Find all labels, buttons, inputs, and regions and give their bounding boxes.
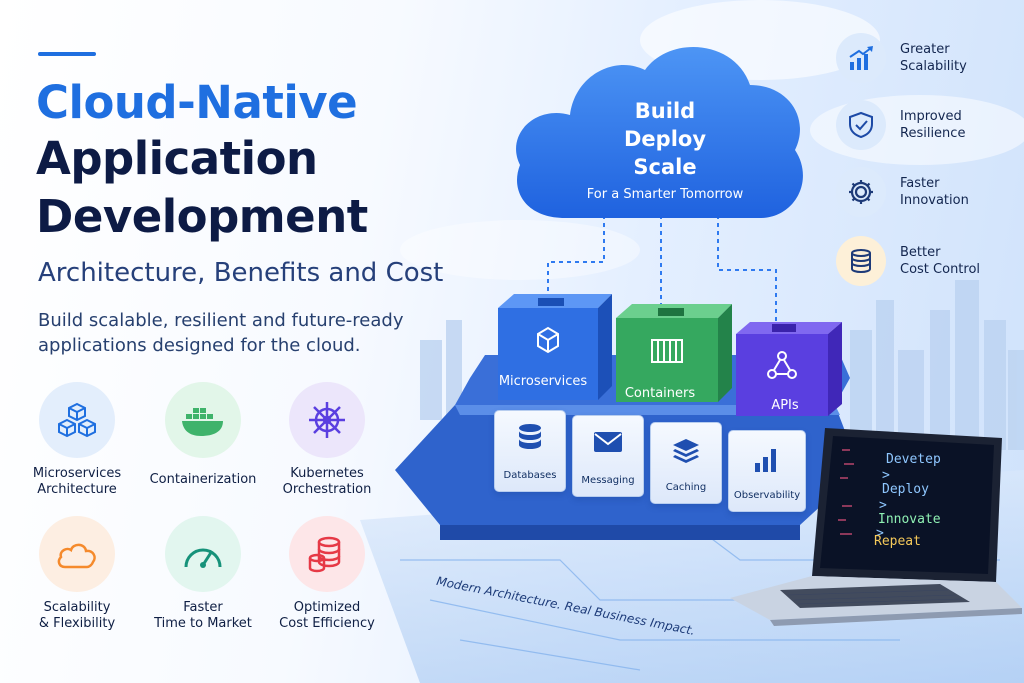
cube-label-apis: APIs (771, 398, 799, 413)
feature-label-2: Architecture (37, 482, 117, 497)
feature-time-to-market: Faster Time to Market (138, 516, 268, 632)
cloud-line-3: Scale (633, 155, 697, 179)
feature-label-2: Time to Market (154, 616, 252, 631)
feature-kubernetes: Kubernetes Orchestration (262, 382, 392, 498)
benefit-label-2: Innovation (900, 193, 969, 208)
cubes-icon (39, 382, 115, 458)
benefit-label-1: Improved (900, 109, 962, 124)
tile-label-messaging: Messaging (581, 475, 635, 486)
benefit-label-2: Resilience (900, 126, 966, 141)
feature-label-2: Cost Efficiency (279, 616, 375, 631)
feature-cost-efficiency: Optimized Cost Efficiency (262, 516, 392, 632)
tile-messaging: Messaging (572, 415, 644, 497)
cube-label-microservices: Microservices (498, 374, 588, 389)
accent-line (38, 52, 96, 56)
helm-wheel-icon (289, 382, 365, 458)
feature-label-1: Kubernetes (290, 466, 364, 481)
code-line-2: > (882, 468, 890, 483)
tile-label-databases: Databases (503, 470, 557, 481)
feature-label-1: Microservices (32, 466, 122, 481)
code-line-4: > (879, 498, 887, 513)
feature-microservices: Microservices Architecture (12, 382, 142, 498)
tile-databases: Databases (494, 410, 566, 492)
benefit-cost-control: Better Cost Control (836, 233, 1016, 289)
subtitle: Architecture, Benefits and Cost (38, 258, 444, 288)
benefit-innovation: Faster Innovation (836, 164, 1016, 220)
feature-label-1: Containerization (149, 472, 257, 487)
cloud-icon (39, 516, 115, 592)
cloud-text: Build Deploy Scale For a Smarter Tomorro… (560, 97, 770, 202)
description: Build scalable, resilient and future-rea… (38, 310, 404, 356)
feature-label-2: & Flexibility (38, 616, 116, 631)
title-line-3: Development (36, 190, 368, 243)
shield-check-icon (836, 100, 886, 150)
cloud-line-1: Build (634, 99, 696, 123)
database-icon (519, 424, 541, 449)
benefit-scalability: Greater Scalability (836, 30, 1016, 86)
code-line-7: Repeat (874, 534, 921, 549)
feature-scalability: Scalability & Flexibility (12, 516, 142, 632)
speedometer-icon (165, 516, 241, 592)
gear-icon (836, 167, 886, 217)
code-line-1: Devetep (886, 452, 941, 467)
code-line-5: Innovate (878, 512, 941, 527)
benefit-label-1: Better (900, 245, 941, 260)
envelope-icon (594, 432, 622, 452)
feature-label-2: Orchestration (282, 482, 372, 497)
cloud-line-2: Deploy (623, 127, 707, 151)
feature-label-1: Faster (183, 600, 223, 615)
cloud-subtitle: For a Smarter Tomorrow (586, 187, 744, 202)
feature-label-1: Optimized (293, 600, 361, 615)
cube-label-containers: Containers (624, 386, 696, 401)
growth-chart-icon (836, 33, 886, 83)
feature-containerization: Containerization (138, 382, 268, 488)
code-line-3: Deploy (882, 482, 929, 497)
coins-icon (836, 236, 886, 286)
benefit-label-2: Cost Control (900, 262, 981, 277)
tile-caching: Caching (650, 422, 722, 504)
tile-label-caching: Caching (665, 482, 707, 493)
docker-whale-icon (165, 382, 241, 458)
layers-icon (673, 439, 699, 463)
benefit-label-1: Faster (900, 176, 940, 191)
benefit-resilience: Improved Resilience (836, 97, 1016, 153)
benefit-label-1: Greater (900, 42, 950, 57)
title-line-2: Application (36, 132, 318, 185)
feature-label-1: Scalability (43, 600, 111, 615)
benefit-label-2: Scalability (900, 59, 967, 74)
coin-stack-icon (289, 516, 365, 592)
title-line-1: Cloud-Native (36, 76, 358, 129)
